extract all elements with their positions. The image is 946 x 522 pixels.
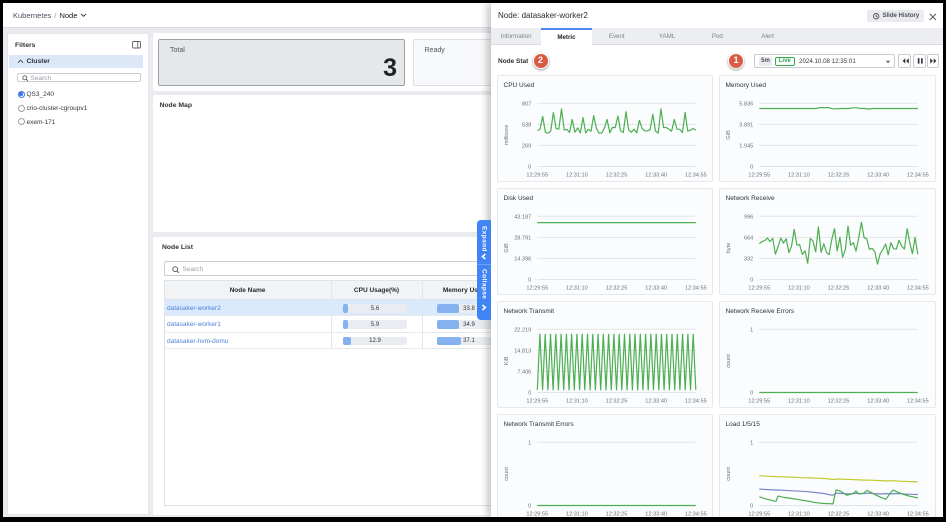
svg-text:GiB: GiB (504, 243, 510, 253)
svg-text:12:34:55: 12:34:55 (685, 173, 707, 179)
svg-text:GiB: GiB (726, 130, 732, 140)
svg-text:1: 1 (528, 440, 531, 446)
svg-text:0: 0 (528, 391, 531, 397)
svg-text:664: 664 (744, 235, 753, 241)
svg-text:0: 0 (750, 165, 753, 171)
svg-text:12:34:55: 12:34:55 (685, 399, 707, 405)
svg-text:538: 538 (522, 122, 531, 128)
svg-text:1: 1 (750, 327, 753, 333)
svg-text:996: 996 (744, 214, 753, 220)
svg-text:12:29:55: 12:29:55 (526, 286, 548, 292)
svg-text:count: count (726, 467, 732, 481)
svg-text:7.406: 7.406 (517, 369, 531, 375)
svg-text:count: count (504, 467, 510, 481)
svg-text:12:29:55: 12:29:55 (748, 399, 770, 405)
svg-text:12:33:40: 12:33:40 (867, 399, 889, 405)
svg-text:12:31:10: 12:31:10 (566, 399, 588, 405)
svg-text:12:33:40: 12:33:40 (645, 173, 667, 179)
svg-text:0: 0 (528, 165, 531, 171)
svg-text:12:29:55: 12:29:55 (526, 173, 548, 179)
svg-text:0: 0 (750, 504, 753, 510)
svg-text:14.813: 14.813 (514, 348, 531, 354)
svg-text:12:29:55: 12:29:55 (748, 286, 770, 292)
svg-text:12:32:25: 12:32:25 (828, 173, 850, 179)
svg-text:0: 0 (528, 278, 531, 284)
svg-text:millicore: millicore (504, 125, 510, 146)
svg-text:12:31:10: 12:31:10 (566, 173, 588, 179)
svg-text:12:34:55: 12:34:55 (907, 173, 929, 179)
svg-text:12:34:55: 12:34:55 (685, 286, 707, 292)
svg-text:12:32:25: 12:32:25 (828, 286, 850, 292)
svg-text:12:32:25: 12:32:25 (606, 173, 628, 179)
svg-text:12:29:55: 12:29:55 (526, 399, 548, 405)
svg-text:269: 269 (522, 143, 531, 149)
svg-text:1: 1 (750, 440, 753, 446)
svg-text:5.836: 5.836 (739, 101, 753, 107)
svg-text:43.187: 43.187 (514, 214, 531, 220)
svg-text:12:31:10: 12:31:10 (566, 286, 588, 292)
svg-text:14.396: 14.396 (514, 256, 531, 262)
svg-text:12:33:40: 12:33:40 (867, 286, 889, 292)
svg-text:KiB: KiB (504, 356, 510, 365)
svg-text:12:31:10: 12:31:10 (788, 173, 810, 179)
svg-text:12:34:55: 12:34:55 (907, 286, 929, 292)
svg-text:byte: byte (726, 243, 732, 254)
svg-text:12:29:55: 12:29:55 (748, 173, 770, 179)
svg-text:1.945: 1.945 (739, 143, 753, 149)
svg-text:12:33:40: 12:33:40 (645, 286, 667, 292)
svg-text:12:31:10: 12:31:10 (788, 286, 810, 292)
svg-text:12:33:40: 12:33:40 (867, 173, 889, 179)
svg-text:count: count (726, 354, 732, 368)
svg-text:12:32:25: 12:32:25 (606, 399, 628, 405)
svg-text:12:32:25: 12:32:25 (828, 399, 850, 405)
svg-text:12:31:10: 12:31:10 (788, 399, 810, 405)
svg-text:22.219: 22.219 (514, 327, 531, 333)
svg-text:12:33:40: 12:33:40 (645, 399, 667, 405)
svg-text:12:32:25: 12:32:25 (606, 286, 628, 292)
svg-text:3.891: 3.891 (739, 122, 753, 128)
svg-text:12:34:55: 12:34:55 (907, 399, 929, 405)
svg-text:0: 0 (750, 278, 753, 284)
svg-text:28.791: 28.791 (514, 235, 531, 241)
svg-text:0: 0 (528, 504, 531, 510)
svg-text:332: 332 (744, 256, 753, 262)
svg-text:807: 807 (522, 101, 531, 107)
svg-text:0: 0 (750, 391, 753, 397)
